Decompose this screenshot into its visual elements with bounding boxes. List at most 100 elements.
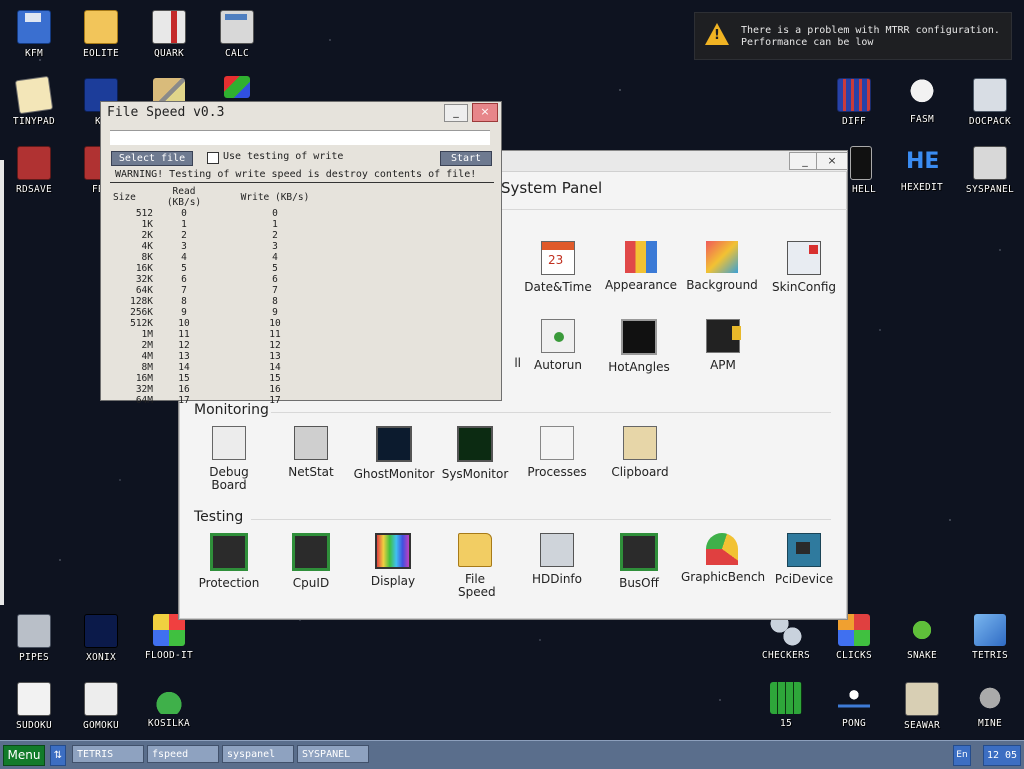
panel-item-datetime[interactable]: 23 Date&Time — [517, 241, 599, 294]
write-test-checkbox[interactable] — [207, 152, 219, 164]
desktop-icon-label: KOSILKA — [147, 718, 191, 729]
notepad-icon — [14, 75, 54, 115]
cell-write: 16 — [269, 384, 281, 395]
menu-button[interactable]: Menu — [3, 745, 45, 766]
close-button[interactable]: × — [472, 103, 498, 122]
pong-icon — [838, 682, 870, 714]
table-row: 4M 13 13 — [113, 351, 335, 362]
desktop-icon-sudoku[interactable]: SUDOKU — [0, 672, 68, 736]
xonix-icon — [84, 614, 118, 648]
results-table: Size Read (KB/s) Write (KB/s) 512 0 0 1K 1 1 2… — [113, 186, 335, 406]
calendar-day: 23 — [548, 253, 564, 267]
cell-read: 15 — [178, 373, 190, 384]
panel-item-netstat[interactable]: NetStat — [270, 426, 352, 479]
desktop-icon-label: TINYPAD — [12, 116, 56, 127]
cell-read: 8 — [181, 296, 187, 307]
desktop-icon-label: QUARK — [153, 48, 185, 59]
panel-item-apm[interactable]: APM — [682, 319, 764, 372]
desktop-icon-snake[interactable]: SNAKE — [888, 604, 956, 668]
desktop-icon-syspanel[interactable]: SYSPANEL — [956, 136, 1024, 200]
desktop-icon-kosilka[interactable]: KOSILKA — [135, 672, 203, 736]
notification-message: There is a problem with MTRR configurati… — [741, 25, 1000, 49]
desktop-icon-tinypad[interactable]: TINYPAD — [0, 68, 68, 132]
desktop-icon-tetris[interactable]: TETRIS — [956, 604, 1024, 668]
pipes-icon — [17, 614, 51, 648]
desktop-icon-diff[interactable]: DIFF — [820, 68, 888, 132]
panel-item-graphicbench[interactable]: GraphicBench — [681, 533, 765, 584]
panel-item-debug-board[interactable]: Debug Board — [188, 426, 270, 492]
panel-item-appearance[interactable]: Appearance — [600, 241, 682, 292]
panel-item-cpuid[interactable]: CpuID — [270, 533, 352, 590]
desktop-icon-label: DOCPACK — [968, 116, 1012, 127]
panel-item-label: HotAngles — [608, 360, 670, 374]
table-row: 16M 15 15 — [113, 373, 335, 384]
task-button-tetris[interactable]: TETRIS — [72, 745, 144, 763]
desktop-icon-pong[interactable]: PONG — [820, 672, 888, 736]
netstat-icon — [294, 426, 328, 460]
task-button-syspanel-upper[interactable]: SYSPANEL — [297, 745, 369, 763]
cell-size: 256K — [130, 307, 153, 318]
chip-icon — [620, 533, 658, 571]
table-row: 4K 3 3 — [113, 241, 335, 252]
cell-size: 16K — [135, 263, 153, 274]
task-switch-icon[interactable]: ⇅ — [50, 745, 66, 766]
panel-item-hddinfo[interactable]: HDDinfo — [516, 533, 598, 586]
desktop-icon-gomoku[interactable]: GOMOKU — [67, 672, 135, 736]
desktop-icon-label: GOMOKU — [82, 720, 120, 731]
desktop-icon-xonix[interactable]: XONIX — [67, 604, 135, 668]
panel-item-skinconfig[interactable]: SkinConfig — [763, 241, 845, 294]
gauge-icon — [706, 533, 738, 565]
panel-item-label: Processes — [527, 465, 587, 479]
desktop-icon-mine[interactable]: MINE — [956, 672, 1024, 736]
minimize-button[interactable]: _ — [444, 104, 468, 122]
cell-size: 2K — [141, 230, 153, 241]
divider — [110, 182, 494, 183]
close-button[interactable]: × — [816, 152, 848, 170]
panel-item-display[interactable]: Display — [352, 533, 434, 588]
hot-angles-icon — [621, 319, 657, 355]
panel-item-autorun[interactable]: Autorun — [517, 319, 599, 372]
desktop-icon-label: HEXEDIT — [900, 182, 944, 193]
desktop-icon-kfm[interactable]: KFM — [0, 0, 68, 64]
panel-item-pcidevice[interactable]: PciDevice — [763, 533, 845, 586]
panel-item-protection[interactable]: Protection — [188, 533, 270, 590]
panel-item-clipboard[interactable]: Clipboard — [599, 426, 681, 479]
diff-icon — [837, 78, 871, 112]
desktop-icon-rdsave[interactable]: RDSAVE — [0, 136, 68, 200]
desktop-icon-calc[interactable]: CALC — [203, 0, 271, 64]
desktop-icon-seawar[interactable]: SEAWAR — [888, 672, 956, 736]
panel-item-background[interactable]: Background — [681, 241, 763, 292]
panel-item-hotangles[interactable]: HotAngles — [598, 319, 680, 374]
panel-item-label: Autorun — [533, 358, 582, 372]
desktop-icon-15[interactable]: 15 — [752, 672, 820, 736]
task-button-fspeed[interactable]: fspeed — [147, 745, 219, 763]
desktop-icon-quark[interactable]: QUARK — [135, 0, 203, 64]
desktop-icon-hexedit[interactable]: HE HEXEDIT — [888, 136, 956, 200]
language-indicator[interactable]: En — [953, 745, 971, 766]
panel-item-ghostmonitor[interactable]: GhostMonitor — [353, 426, 435, 481]
desktop-icon-label: SYSPANEL — [965, 184, 1015, 195]
window-titlebar[interactable]: File Speed v0.3 _ × — [101, 102, 501, 124]
panel-item-file-speed[interactable]: File Speed — [434, 533, 516, 599]
desktop-icon-pipes[interactable]: PIPES — [0, 604, 68, 668]
file-path-input[interactable] — [110, 130, 490, 145]
notification-popup[interactable]: There is a problem with MTRR configurati… — [694, 12, 1012, 60]
desktop-icon-docpack[interactable]: DOCPACK — [956, 68, 1024, 132]
start-button[interactable]: Start — [440, 151, 492, 166]
desktop-icon-fasm[interactable]: FASM — [888, 68, 956, 132]
panel-item-busoff[interactable]: BusOff — [598, 533, 680, 590]
cell-write: 5 — [272, 263, 278, 274]
cell-size: 8M — [141, 362, 153, 373]
cell-size: 512 — [135, 208, 153, 219]
desktop-icon-eolite[interactable]: EOLITE — [67, 0, 135, 64]
cell-read: 14 — [178, 362, 190, 373]
table-row: 512K 10 10 — [113, 318, 335, 329]
select-file-button[interactable]: Select file — [111, 151, 193, 166]
file-speed-window[interactable]: File Speed v0.3 _ × Select file Use test… — [100, 101, 502, 406]
rdsave-icon — [17, 146, 51, 180]
hexedit-icon: HE — [906, 149, 940, 174]
task-button-syspanel[interactable]: syspanel — [222, 745, 294, 763]
clock[interactable]: 12 05 — [983, 745, 1021, 766]
panel-item-processes[interactable]: Processes — [516, 426, 598, 479]
panel-item-sysmonitor[interactable]: SysMonitor — [434, 426, 516, 481]
